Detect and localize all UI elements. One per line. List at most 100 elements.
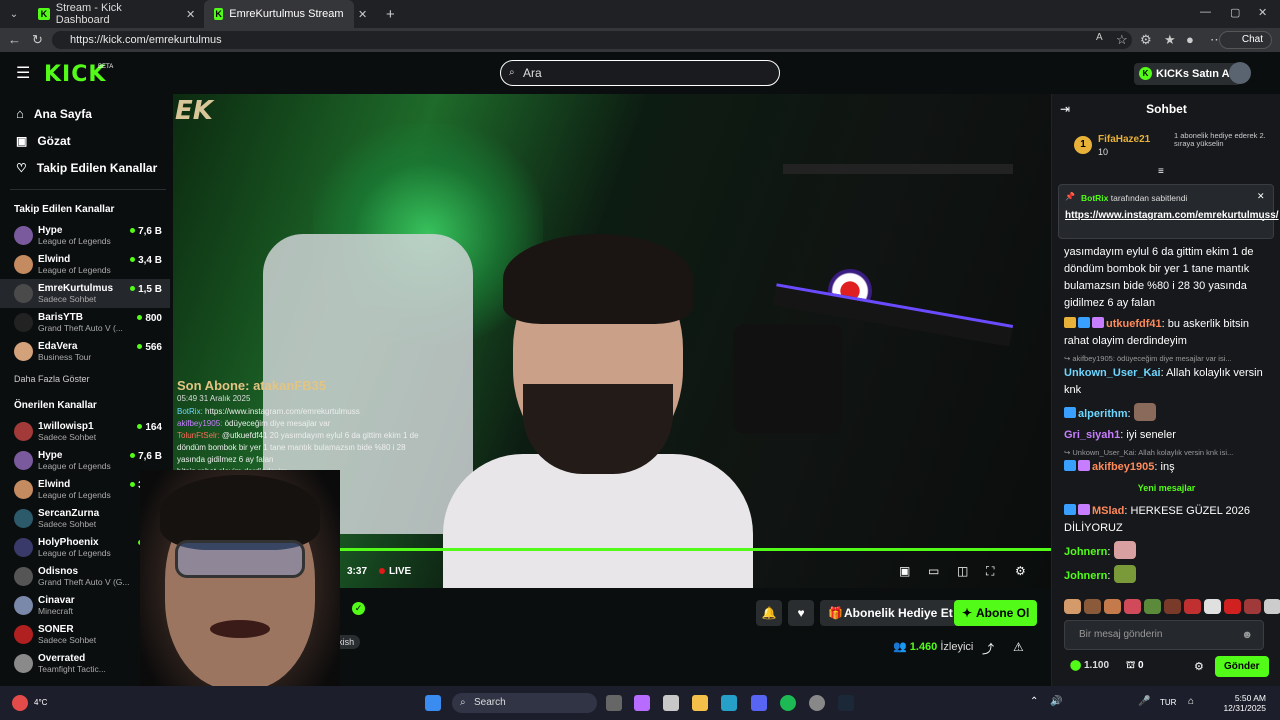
taskbar-search[interactable]: ⌕ Search bbox=[452, 693, 597, 713]
chat-settings-icon[interactable]: ⚙ bbox=[1194, 660, 1204, 673]
sidebar-channel[interactable]: Hype League of Legends 7,6 B bbox=[0, 221, 170, 250]
tab-kick-dashboard[interactable]: K Stream - Kick Dashboard bbox=[28, 0, 186, 28]
report-icon[interactable]: ⚠ bbox=[1013, 640, 1024, 654]
follow-heart-button[interactable]: ♥ bbox=[788, 600, 814, 626]
chat-message[interactable]: Johnern: bbox=[1064, 565, 1269, 585]
chat-message[interactable]: utkuefdf41: bu askerlik bitsin rahat ola… bbox=[1064, 316, 1269, 350]
unpin-icon[interactable]: ✕ bbox=[1257, 191, 1265, 202]
chat-username[interactable]: akifbey1905 bbox=[1092, 461, 1154, 473]
quick-emote-icon[interactable] bbox=[1204, 599, 1221, 614]
sidebar-nav-browse[interactable]: ▣ Gözat bbox=[0, 127, 170, 154]
chat-username[interactable]: Gri_siyah1 bbox=[1064, 429, 1120, 441]
chat-username[interactable]: MSlad bbox=[1092, 505, 1124, 517]
miniplayer-icon[interactable]: ▣ bbox=[899, 564, 910, 578]
quick-emote-icon[interactable] bbox=[1064, 599, 1081, 614]
copilot-chat-button[interactable]: Chat bbox=[1218, 31, 1272, 49]
drops-counter[interactable]: ⛫ 0 bbox=[1126, 660, 1144, 673]
tab-menu-icon[interactable]: ⌄ bbox=[0, 9, 28, 20]
gifter-name[interactable]: FifaHaze21 bbox=[1098, 134, 1150, 145]
profile-icon[interactable]: ● bbox=[1186, 32, 1194, 47]
quick-emote-icon[interactable] bbox=[1164, 599, 1181, 614]
back-icon[interactable]: ← bbox=[8, 32, 21, 47]
reply-reference[interactable]: ↪ Unkown_User_Kai: Allah kolaylık versin… bbox=[1064, 448, 1269, 458]
quick-emote-icon[interactable] bbox=[1224, 599, 1241, 614]
chat-username[interactable]: Johnern bbox=[1064, 546, 1107, 558]
search-input[interactable]: ⌕ Ara bbox=[500, 60, 780, 86]
maximize-icon[interactable]: ▢ bbox=[1230, 6, 1240, 19]
obs-icon[interactable] bbox=[809, 695, 825, 711]
sidebar-channel[interactable]: EdaVera Business Tour 566 bbox=[0, 337, 170, 366]
settings-icon[interactable]: ⚙ bbox=[1015, 564, 1026, 578]
send-button[interactable]: Gönder bbox=[1215, 656, 1269, 677]
user-avatar[interactable] bbox=[1229, 62, 1251, 84]
chat-message[interactable]: Johnern: bbox=[1064, 541, 1269, 561]
new-tab-icon[interactable]: + bbox=[386, 6, 395, 23]
quick-emote-icon[interactable] bbox=[1124, 599, 1141, 614]
taskbar-clock[interactable]: 5:50 AM 12/31/2025 bbox=[1223, 693, 1266, 713]
chat-message[interactable]: Gri_siyah1: iyi seneler bbox=[1064, 427, 1269, 444]
gift-sub-button[interactable]: 🎁 Abonelik Hediye Et bbox=[820, 600, 963, 626]
sidebar-nav-home[interactable]: ⌂ Ana Sayfa bbox=[0, 100, 170, 127]
expand-leaderboard-icon[interactable]: ≡ bbox=[1158, 166, 1164, 177]
steam-icon[interactable] bbox=[838, 695, 854, 711]
share-icon[interactable]: ⤴ bbox=[982, 640, 994, 657]
tray-chevron-icon[interactable]: ⌃ bbox=[1030, 696, 1038, 707]
theater-icon[interactable]: ▭ bbox=[928, 564, 939, 578]
tab-stream[interactable]: K EmreKurtulmus Stream - Watc bbox=[204, 0, 354, 28]
chat-message[interactable]: yasımdayım eylul 6 da gittim ekim 1 de d… bbox=[1064, 244, 1269, 312]
edge-icon[interactable] bbox=[721, 695, 737, 711]
notification-bell-button[interactable]: 🔔 bbox=[756, 600, 782, 626]
weather-icon[interactable] bbox=[12, 695, 28, 711]
subscribe-button[interactable]: ✦ Abone Ol bbox=[954, 600, 1038, 626]
favorites-bar-icon[interactable]: ★ bbox=[1164, 32, 1176, 48]
show-more-link[interactable]: Daha Fazla Göster bbox=[0, 374, 170, 384]
minimize-icon[interactable]: — bbox=[1200, 6, 1211, 18]
copilot-icon[interactable] bbox=[634, 695, 650, 711]
fullscreen-icon[interactable]: ⛶ bbox=[986, 564, 994, 579]
chat-username[interactable]: alperithm bbox=[1078, 408, 1128, 420]
discord-icon[interactable] bbox=[751, 695, 767, 711]
read-aloud-icon[interactable]: A bbox=[1096, 32, 1103, 43]
mic-icon[interactable]: 🎤 bbox=[1138, 696, 1150, 707]
chat-message[interactable]: MSlad: HERKESE GÜZEL 2026 DİLİYORUZ bbox=[1064, 503, 1269, 537]
favorite-icon[interactable]: ☆ bbox=[1116, 32, 1128, 48]
chat-username[interactable]: utkuefdf41 bbox=[1106, 318, 1162, 330]
sidebar-nav-following[interactable]: ♡ Takip Edilen Kanallar bbox=[0, 154, 170, 181]
tab-close-icon[interactable]: ✕ bbox=[186, 8, 200, 21]
network-icon[interactable]: ⌂ bbox=[1188, 696, 1194, 707]
spotify-icon[interactable] bbox=[780, 695, 796, 711]
emoji-icon[interactable]: ☻ bbox=[1241, 621, 1253, 649]
channel-points[interactable]: ⬤ 1.100 bbox=[1070, 660, 1109, 671]
url-input[interactable]: https://kick.com/emrekurtulmus bbox=[52, 31, 1132, 49]
quick-emote-icon[interactable] bbox=[1104, 599, 1121, 614]
file-explorer-icon[interactable] bbox=[692, 695, 708, 711]
keyboard-language[interactable]: TUR bbox=[1160, 698, 1176, 707]
quick-emote-icon[interactable] bbox=[1264, 599, 1280, 614]
start-icon[interactable] bbox=[425, 695, 441, 711]
volume-icon[interactable]: 🔊 bbox=[1050, 696, 1062, 707]
quick-emote-icon[interactable] bbox=[1244, 599, 1261, 614]
refresh-icon[interactable]: ↻ bbox=[32, 32, 43, 48]
store-icon[interactable] bbox=[663, 695, 679, 711]
quick-emote-icon[interactable] bbox=[1144, 599, 1161, 614]
reply-reference[interactable]: ↪ akifbey1905: ödüyeceğim diye mesajlar … bbox=[1064, 354, 1269, 364]
chevron-down-icon[interactable]: ⌄ bbox=[1259, 213, 1267, 224]
chat-message[interactable]: ↪ akifbey1905: ödüyeceğim diye mesajlar … bbox=[1064, 354, 1269, 399]
pip-icon[interactable]: ◫ bbox=[957, 564, 968, 578]
sidebar-channel[interactable]: BarisYTB Grand Theft Auto V (... 800 bbox=[0, 308, 170, 337]
chat-message[interactable]: ↪ Unkown_User_Kai: Allah kolaylık versin… bbox=[1064, 448, 1269, 476]
quick-emote-icon[interactable] bbox=[1184, 599, 1201, 614]
buy-kicks-button[interactable]: K KICKs Satın Al bbox=[1134, 63, 1241, 85]
chat-message[interactable]: alperithm: bbox=[1064, 403, 1269, 423]
chat-username[interactable]: Johnern bbox=[1064, 570, 1107, 582]
sidebar-channel[interactable]: 1willowisp1 Sadece Sohbet 164 bbox=[0, 417, 170, 446]
sidebar-channel[interactable]: EmreKurtulmus Sadece Sohbet 1,5 B bbox=[0, 279, 170, 308]
quick-emote-icon[interactable] bbox=[1084, 599, 1101, 614]
pinned-link[interactable]: https://www.instagram.com/emrekurtulmuss… bbox=[1065, 209, 1279, 222]
chat-input[interactable]: Bir mesaj gönderin ☻ bbox=[1064, 620, 1264, 650]
task-view-icon[interactable] bbox=[606, 695, 622, 711]
hamburger-menu-icon[interactable]: ☰ bbox=[16, 63, 30, 83]
extensions-icon[interactable]: ⚙ bbox=[1140, 32, 1152, 48]
sidebar-channel[interactable]: ElwindLeague of Legends3,4 B bbox=[0, 250, 170, 279]
chat-username[interactable]: Unkown_User_Kai bbox=[1064, 367, 1161, 379]
